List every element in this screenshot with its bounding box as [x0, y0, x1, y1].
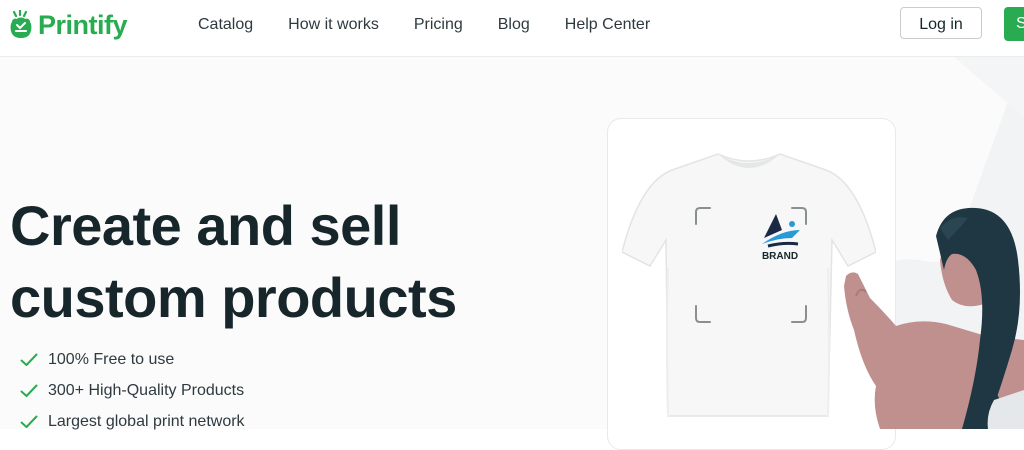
feature-label: 300+ High-Quality Products: [48, 381, 245, 399]
printify-logo[interactable]: Printify: [8, 8, 128, 42]
nav-pricing[interactable]: Pricing: [414, 15, 463, 35]
feature-item: 100% Free to use: [20, 344, 245, 375]
feature-label: Largest global print network: [48, 412, 245, 430]
nav-how-it-works[interactable]: How it works: [288, 15, 379, 35]
brand-name: Printify: [38, 10, 128, 40]
nav-catalog[interactable]: Catalog: [198, 15, 253, 35]
check-icon: [20, 415, 38, 428]
main-nav: Catalog How it works Pricing Blog Help C…: [198, 15, 685, 35]
nav-blog[interactable]: Blog: [498, 15, 530, 35]
check-icon: [20, 384, 38, 397]
check-icon: [20, 353, 38, 366]
site-header: Printify Catalog How it works Pricing Bl…: [0, 0, 1024, 57]
signup-button[interactable]: S: [1004, 7, 1024, 41]
feature-list: 100% Free to use 300+ High-Quality Produ…: [20, 344, 245, 437]
printify-logo-icon: [10, 10, 32, 38]
feature-item: Largest global print network: [20, 406, 245, 437]
feature-item: 300+ High-Quality Products: [20, 375, 245, 406]
person-illustration: [844, 207, 1024, 429]
tshirt-brand-label: BRAND: [762, 251, 798, 262]
headline-line-1: Create and sell: [10, 194, 401, 257]
headline-line-2: custom products: [10, 266, 457, 329]
nav-help-center[interactable]: Help Center: [565, 15, 650, 35]
hero-headline: Create and sell custom products: [10, 190, 457, 334]
login-button[interactable]: Log in: [900, 7, 982, 39]
feature-label: 100% Free to use: [48, 350, 175, 368]
